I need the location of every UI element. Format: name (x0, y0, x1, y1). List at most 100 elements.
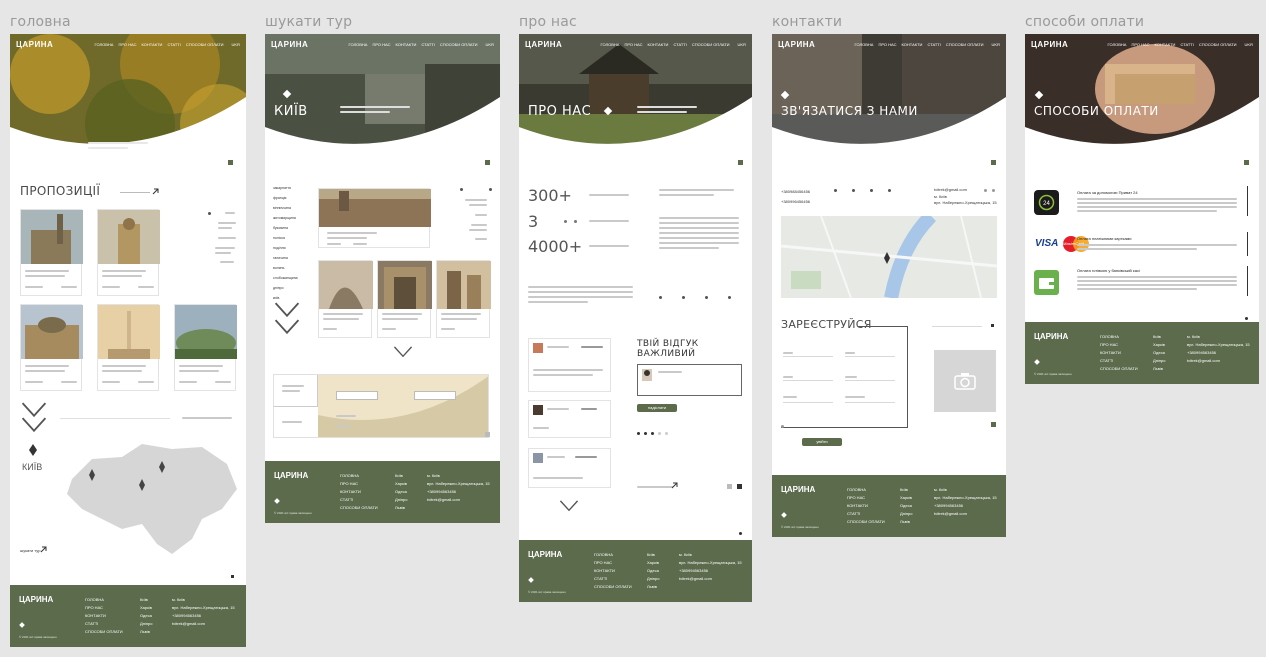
footer-phone[interactable]: +380994563456 (427, 489, 490, 494)
footer-logo[interactable]: ЦАРИНА (528, 550, 562, 559)
sidebar-item-region[interactable]: поділля (273, 246, 298, 250)
footer-city[interactable]: Харків (900, 495, 912, 500)
nav-home[interactable]: ГОЛОВНА (855, 42, 874, 47)
nav-contacts[interactable]: КОНТАКТИ (1155, 42, 1176, 47)
footer-city[interactable]: Львів (647, 584, 659, 589)
nav-contacts[interactable]: КОНТАКТИ (648, 42, 669, 47)
logo[interactable]: ЦАРИНА (271, 40, 308, 49)
footer-city[interactable]: Львів (1153, 366, 1165, 371)
footer-link[interactable]: ПРО НАС (340, 481, 378, 486)
contact-email[interactable]: tvitrek@gmail.com (934, 187, 967, 192)
footer-city[interactable]: Київ (1153, 334, 1165, 339)
arrow-up-right-icon[interactable] (671, 482, 678, 489)
tour-card-featured[interactable] (318, 188, 431, 248)
footer-logo[interactable]: ЦАРИНА (19, 595, 53, 604)
logo[interactable]: ЦАРИНА (1031, 40, 1068, 49)
nav-about[interactable]: ПРО НАС (878, 42, 896, 47)
sidebar-item-region[interactable]: слобожанщина (273, 276, 298, 280)
footer-link[interactable]: СПОСОБИ ОПЛАТИ (1100, 366, 1138, 371)
tour-card[interactable] (318, 260, 373, 338)
footer-link[interactable]: ГОЛОВНА (340, 473, 378, 478)
offer-card[interactable] (20, 209, 83, 296)
language-switch[interactable]: UKR (232, 42, 240, 47)
nav-articles[interactable]: СТАТТІ (927, 42, 940, 47)
sidebar-item-region[interactable]: вінниччина (273, 206, 298, 210)
footer-email[interactable]: tvitrek@gmail.com (934, 511, 997, 516)
footer-city[interactable]: Одеса (140, 613, 152, 618)
footer-city[interactable]: Київ (395, 473, 407, 478)
send-review-button[interactable]: надіслати (637, 404, 677, 412)
sidebar-item-region[interactable]: дніпро (273, 286, 298, 290)
nav-payment[interactable]: СПОСОБИ ОПЛАТИ (1199, 42, 1237, 47)
footer-city[interactable]: Харків (647, 560, 659, 565)
footer-phone[interactable]: +380994563456 (679, 568, 742, 573)
footer-phone[interactable]: +380994563456 (1187, 350, 1250, 355)
footer-phone[interactable]: +380994563456 (934, 503, 997, 508)
footer-city[interactable]: Дніпро (647, 576, 659, 581)
footer-city[interactable]: Дніпро (395, 497, 407, 502)
footer-link[interactable]: ПРО НАС (85, 605, 123, 610)
footer-city[interactable]: Харків (140, 605, 152, 610)
chevron-down-icon[interactable] (20, 417, 48, 433)
footer-city[interactable]: Київ (900, 487, 912, 492)
contact-phone-1[interactable]: +380988456456 (781, 189, 810, 194)
footer-link[interactable]: СПОСОБИ ОПЛАТИ (85, 629, 123, 634)
sidebar-item-region[interactable]: волинь (273, 266, 298, 270)
nav-articles[interactable]: СТАТТІ (1180, 42, 1193, 47)
chevron-down-icon[interactable] (531, 146, 553, 160)
chevron-down-icon[interactable] (784, 146, 806, 160)
footer-city[interactable]: Дніпро (900, 511, 912, 516)
footer-link[interactable]: СТАТТІ (340, 497, 378, 502)
sidebar-item-region[interactable]: житомирщина (273, 216, 298, 220)
nav-articles[interactable]: СТАТТІ (167, 42, 180, 47)
nav-home[interactable]: ГОЛОВНА (601, 42, 620, 47)
footer-link[interactable]: СТАТТІ (594, 576, 632, 581)
footer-link[interactable]: КОНТАКТИ (85, 613, 123, 618)
arrow-up-right-icon[interactable] (40, 546, 47, 553)
footer-city[interactable]: Харків (1153, 342, 1165, 347)
photo-upload[interactable] (934, 350, 996, 412)
nav-contacts[interactable]: КОНТАКТИ (902, 42, 923, 47)
logo[interactable]: ЦАРИНА (16, 40, 53, 49)
nav-home[interactable]: ГОЛОВНА (95, 42, 114, 47)
footer-logo[interactable]: ЦАРИНА (1034, 332, 1068, 341)
sidebar-item-region[interactable]: полісся (273, 236, 298, 240)
language-switch[interactable]: UKR (992, 42, 1000, 47)
chevron-down-icon[interactable] (22, 146, 44, 160)
tour-link[interactable]: шукати тур (20, 548, 40, 553)
city-map[interactable] (781, 216, 997, 298)
offer-card[interactable] (20, 304, 83, 391)
footer-link[interactable]: ПРО НАС (1100, 342, 1138, 347)
nav-home[interactable]: ГОЛОВНА (349, 42, 368, 47)
nav-articles[interactable]: СТАТТІ (673, 42, 686, 47)
nav-about[interactable]: ПРО НАС (1131, 42, 1149, 47)
footer-link[interactable]: КОНТАКТИ (594, 568, 632, 573)
footer-link[interactable]: СПОСОБИ ОПЛАТИ (847, 519, 885, 524)
footer-city[interactable]: Дніпро (1153, 358, 1165, 363)
footer-city[interactable]: Дніпро (140, 621, 152, 626)
nav-about[interactable]: ПРО НАС (118, 42, 136, 47)
footer-link[interactable]: КОНТАКТИ (340, 489, 378, 494)
chevron-down-icon[interactable] (277, 146, 299, 160)
nav-about[interactable]: ПРО НАС (372, 42, 390, 47)
language-switch[interactable]: UKR (1245, 42, 1253, 47)
footer-logo[interactable]: ЦАРИНА (274, 471, 308, 480)
sidebar-item-region[interactable]: київ (273, 296, 298, 300)
footer-email[interactable]: tvitrek@gmail.com (1187, 358, 1250, 363)
date-from-input[interactable] (336, 391, 378, 400)
chevron-down-icon[interactable] (559, 500, 579, 512)
nav-articles[interactable]: СТАТТІ (421, 42, 434, 47)
footer-link[interactable]: ПРО НАС (847, 495, 885, 500)
footer-link[interactable]: КОНТАКТИ (1100, 350, 1138, 355)
footer-link[interactable]: ГОЛОВНА (594, 552, 632, 557)
nav-payment[interactable]: СПОСОБИ ОПЛАТИ (440, 42, 478, 47)
arrow-up-right-icon[interactable] (152, 188, 159, 195)
offer-card[interactable] (97, 304, 160, 391)
footer-link[interactable]: СПОСОБИ ОПЛАТИ (340, 505, 378, 510)
footer-logo[interactable]: ЦАРИНА (781, 485, 815, 494)
footer-city[interactable]: Одеса (1153, 350, 1165, 355)
tour-card[interactable] (436, 260, 491, 338)
sidebar-item-region[interactable]: франція (273, 196, 298, 200)
footer-email[interactable]: tvitrek@gmail.com (172, 621, 235, 626)
chevron-down-icon[interactable] (1037, 146, 1059, 160)
